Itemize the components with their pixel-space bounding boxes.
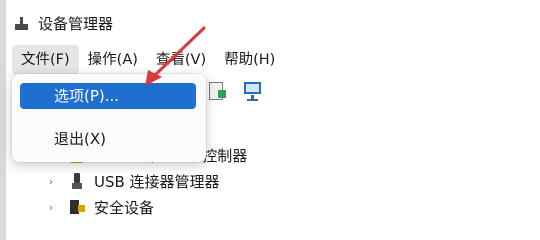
chevron-right-icon[interactable]: › (44, 201, 58, 214)
tree-item-label: USB 连接器管理器 (94, 172, 220, 191)
menu-file[interactable]: 文件(F) (12, 45, 79, 75)
menu-option-options[interactable]: 选项(P)... (20, 83, 196, 109)
title-bar: 设备管理器 (14, 10, 113, 36)
menu-bar: 文件(F) 操作(A) 查看(V) 帮助(H) (12, 45, 284, 75)
device-manager-icon (14, 15, 30, 31)
menu-help[interactable]: 帮助(H) (215, 45, 284, 75)
tree-item-usb[interactable]: › USB 连接器管理器 (44, 168, 247, 194)
update-driver-icon[interactable] (206, 80, 228, 102)
file-menu-dropdown: 选项(P)... 退出(X) (12, 74, 206, 162)
security-device-icon (68, 198, 86, 216)
monitor-icon[interactable] (242, 80, 264, 102)
chevron-right-icon[interactable]: › (44, 175, 58, 188)
tree-item-label: 安全设备 (94, 198, 155, 217)
window-title: 设备管理器 (38, 14, 114, 33)
device-manager-window: 设备管理器 文件(F) 操作(A) 查看(V) 帮助(H) › IDE ATA/… (0, 0, 540, 240)
tree-item-security[interactable]: › 安全设备 (44, 194, 247, 220)
menu-action[interactable]: 操作(A) (79, 45, 147, 75)
toolbar (206, 80, 264, 102)
menu-view[interactable]: 查看(V) (147, 45, 215, 75)
menu-option-exit[interactable]: 退出(X) (20, 126, 196, 152)
window-left-edge (0, 0, 6, 240)
usb-connector-icon (68, 172, 86, 190)
